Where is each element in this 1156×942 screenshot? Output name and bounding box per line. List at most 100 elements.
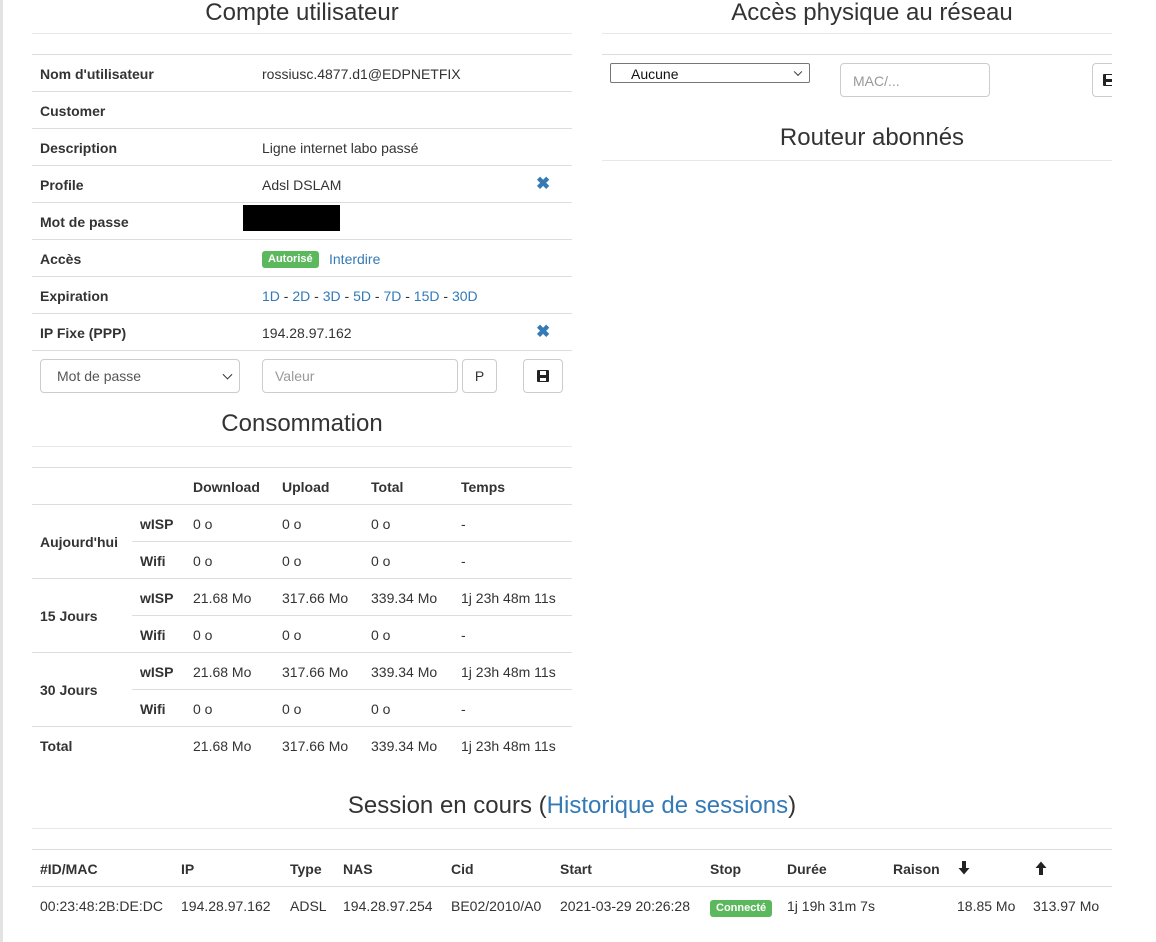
expiration-label: Expiration bbox=[40, 288, 109, 304]
header-time: Temps bbox=[461, 479, 506, 495]
time-value: - bbox=[461, 516, 466, 532]
row-divider bbox=[132, 541, 572, 542]
header-start: Start bbox=[560, 861, 592, 877]
time-value: 1j 23h 48m 11s bbox=[461, 590, 556, 606]
header-download: Download bbox=[193, 479, 260, 495]
row-divider bbox=[32, 504, 572, 505]
row-divider bbox=[32, 276, 572, 277]
total-value: 0 o bbox=[371, 553, 391, 569]
password-redacted bbox=[243, 205, 340, 231]
time-value: - bbox=[461, 701, 466, 717]
network-title-divider bbox=[602, 33, 1112, 34]
period-today: Aujourd'hui bbox=[40, 534, 118, 550]
type-label: wISP bbox=[140, 590, 174, 606]
download-value: 0 o bbox=[193, 553, 213, 569]
type-label: wISP bbox=[140, 516, 174, 532]
row-divider bbox=[32, 239, 572, 240]
arrow-up-icon bbox=[1034, 859, 1048, 877]
session-title-text: ) bbox=[788, 792, 797, 819]
total-upload: 317.66 Mo bbox=[282, 738, 349, 754]
remove-profile-icon[interactable]: ✖ bbox=[536, 175, 550, 192]
session-history-link[interactable]: Historique de sessions bbox=[547, 792, 788, 819]
session-id-mac: 00:23:48:2B:DE:DC bbox=[40, 898, 163, 914]
row-divider bbox=[32, 128, 572, 129]
session-type: ADSL bbox=[290, 898, 327, 914]
window-left-border bbox=[0, 0, 3, 942]
total-value: 339.34 Mo bbox=[371, 664, 438, 680]
expiration-options: 1D - 2D - 3D - 5D - 7D - 15D - 30D bbox=[262, 288, 478, 304]
session-status-badge: Connecté bbox=[710, 898, 773, 917]
total-value: 0 o bbox=[371, 627, 391, 643]
upload-value: 0 o bbox=[282, 701, 302, 717]
router-title-divider bbox=[602, 160, 1112, 161]
header-id-mac: #ID/MAC bbox=[40, 861, 98, 877]
network-access-select[interactable]: Aucune bbox=[610, 63, 810, 83]
upload-value: 0 o bbox=[282, 516, 302, 532]
expiration-3d-link[interactable]: 3D bbox=[323, 288, 341, 304]
network-access-title: Accès physique au réseau bbox=[731, 0, 1013, 26]
download-value: 21.68 Mo bbox=[193, 664, 252, 680]
row-divider bbox=[32, 350, 572, 351]
expiration-15d-link[interactable]: 15D bbox=[414, 288, 440, 304]
header-duration: Durée bbox=[787, 861, 827, 877]
session-title: Session en cours (Historique de sessions… bbox=[32, 793, 1112, 819]
row-divider bbox=[602, 54, 1112, 55]
upload-value: 317.66 Mo bbox=[282, 664, 349, 680]
access-label: Accès bbox=[40, 251, 82, 267]
expiration-30d-link[interactable]: 30D bbox=[452, 288, 478, 304]
row-divider bbox=[32, 91, 572, 92]
network-access-select-value: Aucune bbox=[631, 66, 679, 82]
save-icon bbox=[537, 370, 549, 382]
description-value: Ligne internet labo passé bbox=[262, 140, 419, 156]
session-upload: 313.97 Mo bbox=[1033, 898, 1100, 914]
total-value: 339.34 Mo bbox=[371, 590, 438, 606]
remove-fixed-ip-icon[interactable]: ✖ bbox=[536, 323, 550, 340]
download-value: 0 o bbox=[193, 627, 213, 643]
description-label: Description bbox=[40, 140, 118, 156]
total-time: 1j 23h 48m 11s bbox=[461, 738, 556, 754]
separator: - bbox=[370, 288, 384, 304]
upload-value: 317.66 Mo bbox=[282, 590, 349, 606]
session-start: 2021-03-29 20:26:28 bbox=[560, 898, 690, 914]
row-divider bbox=[32, 726, 572, 727]
session-title-text: Session en cours ( bbox=[347, 792, 547, 819]
header-upload: Upload bbox=[282, 479, 330, 495]
row-divider bbox=[32, 165, 572, 166]
value-input[interactable]: Valeur bbox=[262, 359, 458, 393]
p-button[interactable]: P bbox=[462, 359, 497, 393]
time-value: - bbox=[461, 627, 466, 643]
row-divider bbox=[32, 849, 1112, 850]
password-label: Mot de passe bbox=[40, 214, 129, 230]
separator: - bbox=[340, 288, 354, 304]
customer-label: Customer bbox=[40, 103, 106, 119]
type-label: Wifi bbox=[140, 627, 166, 643]
session-ip: 194.28.97.162 bbox=[181, 898, 271, 914]
forbid-link[interactable]: Interdire bbox=[329, 251, 380, 267]
consumption-title-divider bbox=[32, 446, 572, 447]
attribute-select[interactable]: Mot de passe bbox=[40, 359, 240, 393]
period-30-days: 30 Jours bbox=[40, 682, 98, 698]
mac-input[interactable]: MAC/... bbox=[840, 63, 990, 97]
row-divider bbox=[32, 313, 572, 314]
fixed-ip-value: 194.28.97.162 bbox=[262, 325, 352, 341]
expiration-2d-link[interactable]: 2D bbox=[292, 288, 310, 304]
download-value: 0 o bbox=[193, 701, 213, 717]
session-title-divider bbox=[32, 828, 1112, 829]
type-label: Wifi bbox=[140, 701, 166, 717]
period-15-days: 15 Jours bbox=[40, 608, 98, 624]
row-divider bbox=[32, 467, 572, 468]
upload-value: 0 o bbox=[282, 553, 302, 569]
username-label: Nom d'utilisateur bbox=[40, 66, 154, 82]
profile-label: Profile bbox=[40, 177, 84, 193]
type-label: wISP bbox=[140, 664, 174, 680]
separator: - bbox=[279, 288, 293, 304]
expiration-7d-link[interactable]: 7D bbox=[383, 288, 401, 304]
header-type: Type bbox=[290, 861, 322, 877]
consumption-title: Consommation bbox=[221, 410, 383, 437]
separator: - bbox=[401, 288, 414, 304]
download-value: 0 o bbox=[193, 516, 213, 532]
save-button[interactable] bbox=[523, 359, 563, 393]
expiration-1d-link[interactable]: 1D bbox=[262, 288, 280, 304]
download-value: 21.68 Mo bbox=[193, 590, 252, 606]
expiration-5d-link[interactable]: 5D bbox=[353, 288, 371, 304]
